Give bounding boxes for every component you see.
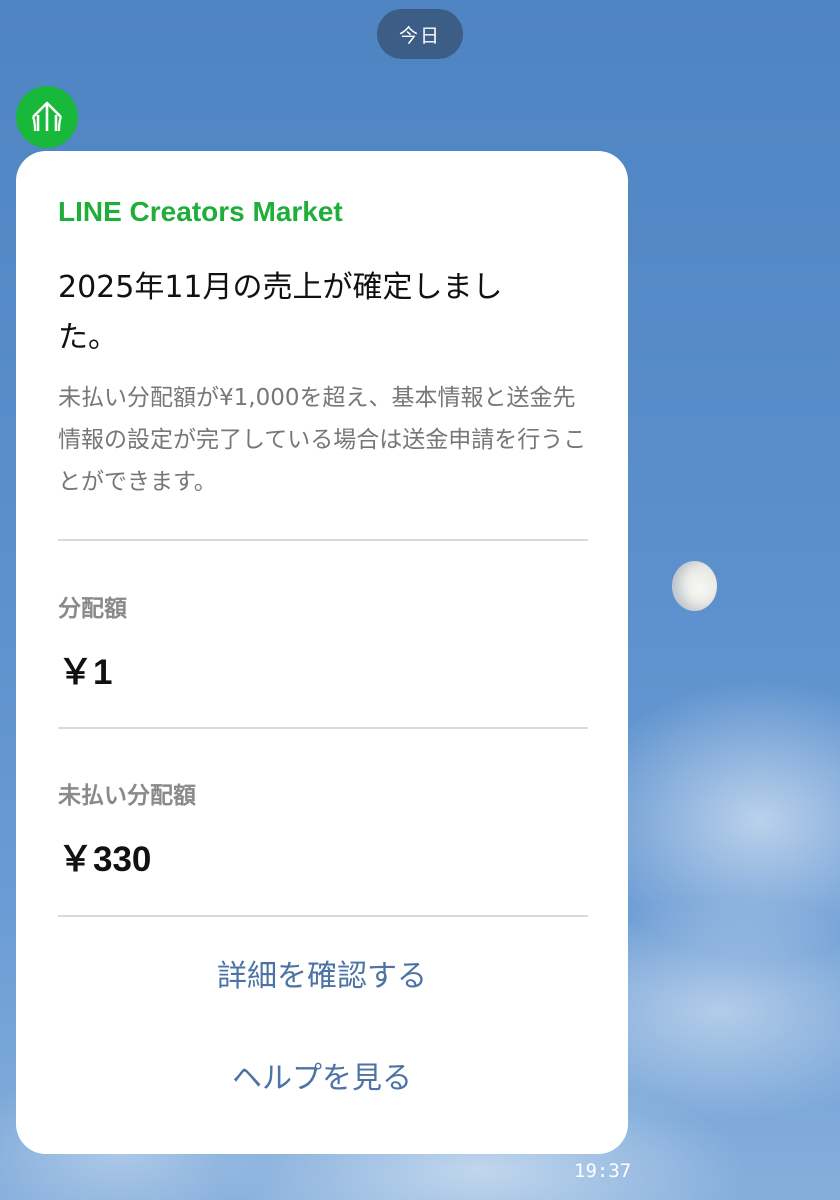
divider [58,915,588,917]
message-timestamp: 19:37 [574,1160,632,1182]
message-description: 未払い分配額が¥1,000を超え、基本情報と送金先情報の設定が完了している場合は… [58,385,587,495]
message-bubble: LINE Creators Market 2025年11月の売上が確定しました。… [16,151,628,1154]
moon-background-decoration [672,561,717,611]
sender-avatar[interactable] [16,86,78,148]
view-help-button[interactable]: ヘルプを見る [16,1053,628,1097]
view-details-button[interactable]: 詳細を確認する [16,951,628,995]
unpaid-distribution-amount: ￥330 [58,840,152,879]
message-title: 2025年11月の売上が確定しました。 [58,270,503,355]
divider [58,727,588,729]
date-separator-today: 今日 [377,9,463,59]
unpaid-distribution-label: 未払い分配額 [58,783,196,809]
distribution-label: 分配額 [58,596,127,622]
line-creators-market-logo-icon [31,101,63,132]
divider [58,539,588,541]
sender-brand-name: LINE Creators Market [58,196,343,227]
distribution-amount: ￥1 [58,653,113,692]
